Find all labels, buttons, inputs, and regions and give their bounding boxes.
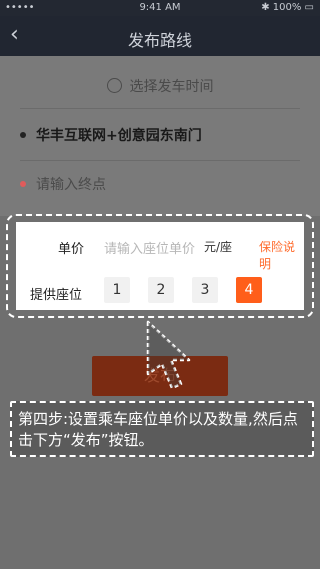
status-bar: ••••• 9:41 AM ✱ 100% ▭ (0, 0, 320, 16)
tutorial-text: 第四步:设置乘车座位单价以及数量,然后点击下方“发布”按钮。 (18, 410, 298, 449)
price-unit: 元/座 (204, 240, 233, 254)
clock-icon (106, 78, 122, 93)
bluetooth-icon: ✱ (261, 2, 270, 13)
start-dot-icon (20, 132, 26, 138)
insurance-link[interactable]: 保险说明 (259, 238, 304, 272)
battery-icon: ▭ (304, 2, 314, 13)
pricing-highlight: 单价 请输入座位单价 元/座 保险说明 提供座位 1 2 3 4 (6, 214, 314, 318)
tutorial-tip: 第四步:设置乘车座位单价以及数量,然后点击下方“发布”按钮。 (10, 401, 314, 457)
battery-indicator: ✱ 100% ▭ (261, 2, 314, 13)
hand-pointer-icon (146, 320, 191, 390)
departure-time-field[interactable]: 选择发车时间 (20, 66, 300, 109)
pricing-card: 单价 请输入座位单价 元/座 保险说明 提供座位 1 2 3 4 (16, 222, 304, 310)
seat-option-1[interactable]: 1 (104, 277, 130, 303)
seat-option-2[interactable]: 2 (148, 277, 174, 303)
start-location-text: 华丰互联网+创意园东南门 (36, 128, 202, 144)
page-title: 发布路线 (127, 31, 192, 50)
price-input[interactable]: 请输入座位单价 (104, 238, 195, 257)
seat-label: 提供座位 (30, 288, 83, 303)
departure-time-placeholder: 选择发车时间 (129, 79, 214, 95)
navbar: ‹ 发布路线 (0, 16, 320, 56)
end-location-field[interactable]: 请输入终点 (20, 161, 300, 209)
seat-option-3[interactable]: 3 (192, 277, 218, 303)
end-location-placeholder: 请输入终点 (36, 177, 106, 193)
battery-label: 100% (272, 2, 302, 13)
price-label: 单价 (58, 242, 85, 257)
start-location-field[interactable]: 华丰互联网+创意园东南门 (20, 112, 300, 161)
end-dot-icon (20, 181, 26, 187)
seat-option-4[interactable]: 4 (236, 277, 262, 303)
